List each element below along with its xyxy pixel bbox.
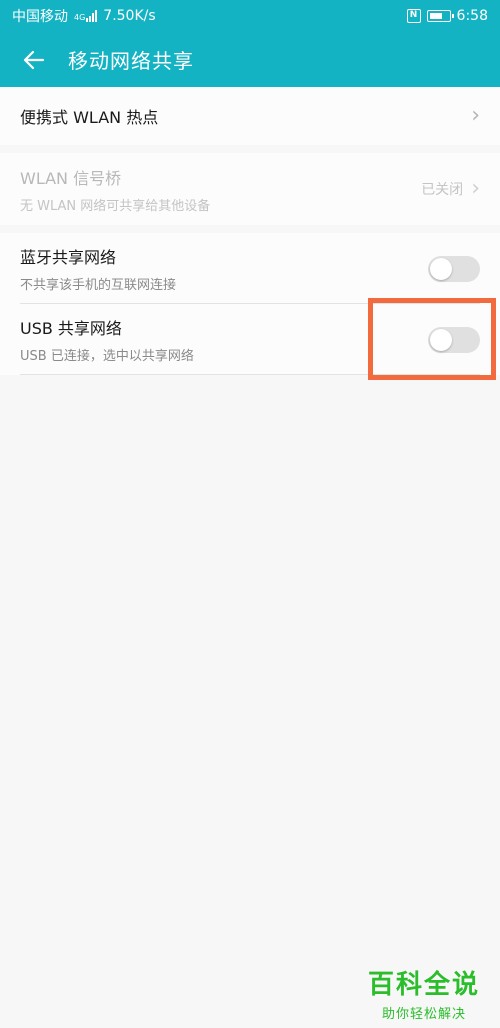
app-bar: 移动网络共享 — [0, 32, 500, 87]
watermark-title: 百科全说 — [367, 970, 480, 1000]
hotspot-row[interactable]: 便携式 WLAN 热点 › — [0, 87, 500, 145]
hotspot-section: 便携式 WLAN 热点 › — [0, 87, 500, 145]
status-bar-right: N 6:58 — [406, 8, 488, 24]
network-type-label: 4G — [74, 13, 86, 22]
page-title: 移动网络共享 — [68, 49, 194, 73]
signal-icon: 4G — [74, 10, 98, 22]
arrow-left-icon — [23, 50, 45, 69]
nfc-icon: N — [406, 9, 421, 23]
hotspot-title: 便携式 WLAN 热点 — [20, 108, 159, 127]
back-button[interactable] — [0, 32, 68, 87]
bluetooth-tether-title: 蓝牙共享网络 — [20, 248, 117, 267]
watermark-logo: 百科全说 助你轻松解决 — [364, 964, 484, 1022]
watermark-subtitle: 助你轻松解决 — [381, 1007, 466, 1022]
status-bar: 中国移动 4G 7.50K/s N 6:58 — [0, 0, 500, 32]
network-speed: 7.50K/s — [103, 8, 156, 24]
screen: 中国移动 4G 7.50K/s N 6:58 移动网络共享 便携式 WLAN 热… — [0, 0, 500, 1028]
bluetooth-tether-subtitle: 不共享该手机的互联网连接 — [20, 278, 177, 293]
chevron-right-icon: › — [471, 176, 480, 201]
bluetooth-tether-toggle[interactable] — [428, 255, 480, 282]
wlan-bridge-row: WLAN 信号桥 无 WLAN 网络可共享给其他设备 已关闭 › — [0, 153, 500, 225]
wlan-bridge-title: WLAN 信号桥 — [20, 168, 122, 188]
chevron-right-icon: › — [471, 103, 480, 128]
toggle-knob — [430, 257, 452, 280]
wlan-bridge-subtitle: 无 WLAN 网络可共享给其他设备 — [20, 198, 211, 214]
bluetooth-tether-row[interactable]: 蓝牙共享网络 不共享该手机的互联网连接 — [0, 233, 500, 304]
wlan-bridge-section: WLAN 信号桥 无 WLAN 网络可共享给其他设备 已关闭 › — [0, 153, 500, 225]
status-bar-left: 中国移动 4G 7.50K/s — [12, 6, 156, 26]
battery-icon — [426, 10, 454, 22]
clock: 6:58 — [456, 8, 488, 24]
carrier-name: 中国移动 — [12, 9, 68, 25]
usb-tether-subtitle: USB 已连接，选中以共享网络 — [20, 349, 194, 364]
wlan-bridge-status: 已关闭 — [421, 182, 464, 198]
highlight-annotation — [368, 298, 496, 380]
usb-tether-title: USB 共享网络 — [20, 319, 122, 338]
